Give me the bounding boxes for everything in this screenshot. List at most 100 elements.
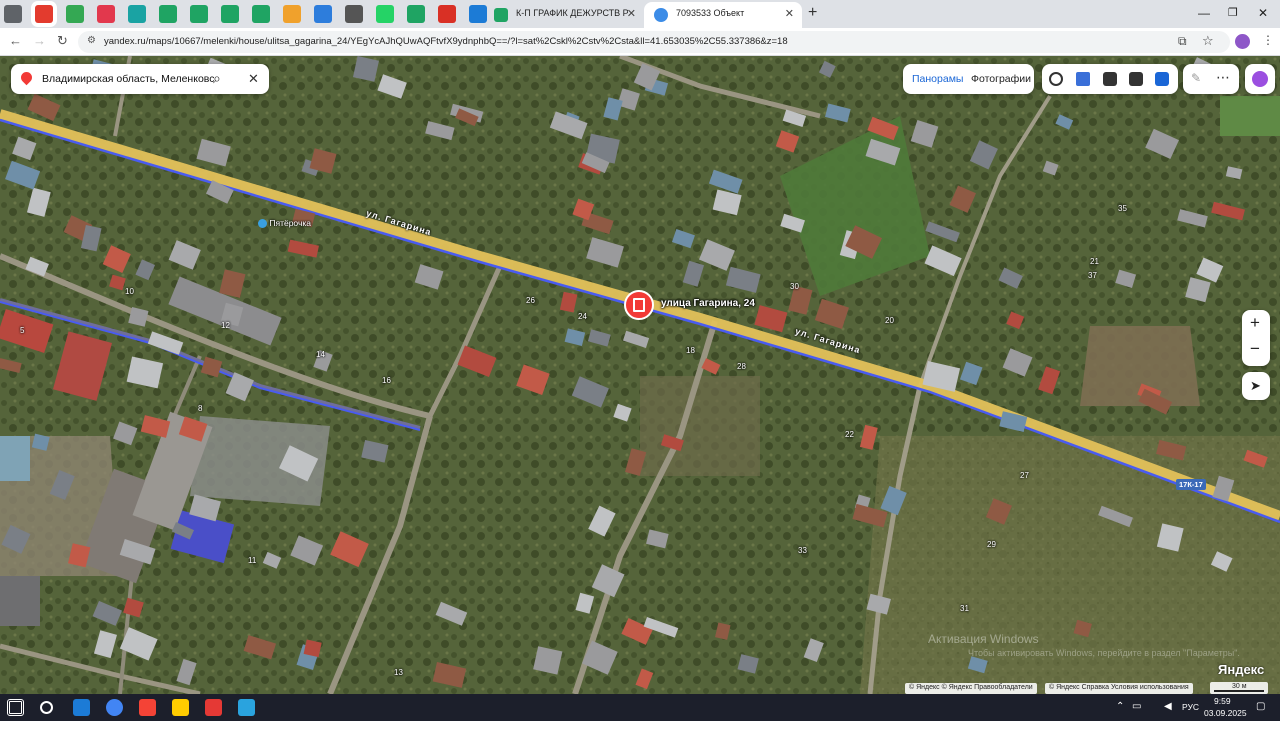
reload-icon[interactable]: ↻ <box>57 33 68 49</box>
notification-icon[interactable]: ▢ <box>1256 701 1265 712</box>
selected-address-label[interactable]: улица Гагарина, 24 <box>661 298 755 309</box>
zoom-in-button[interactable]: + <box>1250 313 1260 333</box>
avito-icon[interactable] <box>438 5 456 23</box>
layers-icon[interactable] <box>1049 72 1063 86</box>
windows-activation-watermark: Активация Windows <box>928 632 1039 646</box>
road-number-badge: 17К-17 <box>1176 479 1206 490</box>
network-icon[interactable]: ▭ <box>1132 701 1141 712</box>
bookmark-star-icon[interactable]: ☆ <box>1202 33 1214 49</box>
clock-date[interactable]: 03.09.2025 <box>1204 708 1247 718</box>
windows-taskbar: ⌃ ▭ ◀ РУС 9:59 03.09.2025 ▢ <box>0 694 1280 721</box>
camera-icon[interactable] <box>314 5 332 23</box>
yandex-maps-pin-icon[interactable] <box>35 5 53 23</box>
house-number: 22 <box>845 430 854 439</box>
tab-object[interactable]: 7093533 Объект ✕ <box>644 2 802 28</box>
forward-icon[interactable]: → <box>33 33 46 48</box>
tab-schedule[interactable]: К-П ГРАФИК ДЕЖУРСТВ РИЭЛ ✕ <box>484 2 644 28</box>
clock-time[interactable]: 9:59 <box>1214 696 1231 706</box>
scale-bar <box>1214 690 1264 692</box>
house-number: 10 <box>125 287 134 296</box>
record-icon[interactable] <box>97 5 115 23</box>
search-icon[interactable]: ⌕ <box>213 70 221 87</box>
photos-toggle[interactable]: Фотографии <box>971 73 1031 85</box>
sheets-icon[interactable] <box>407 5 425 23</box>
house-number: 16 <box>382 376 391 385</box>
restore-icon[interactable]: ❐ <box>1228 6 1238 19</box>
whatsapp-icon[interactable] <box>376 5 394 23</box>
map-search-box[interactable]: Владимирская область, Меленковск ⌕ ✕ <box>11 64 269 94</box>
house-number: 13 <box>394 668 403 677</box>
sheets-icon[interactable] <box>252 5 270 23</box>
alice-icon <box>1252 71 1268 87</box>
sheets-icon[interactable] <box>159 5 177 23</box>
tray-chevron-icon[interactable]: ⌃ <box>1116 701 1124 712</box>
back-icon[interactable]: ← <box>9 33 22 48</box>
window-close-icon[interactable]: ✕ <box>1258 6 1268 20</box>
clear-search-icon[interactable]: ✕ <box>248 71 259 87</box>
edge-icon[interactable] <box>73 699 90 716</box>
poi-name: Пятёрочка <box>269 218 312 228</box>
minimize-icon[interactable]: — <box>1198 6 1210 20</box>
house-number: 5 <box>20 326 25 335</box>
house-number: 28 <box>737 362 746 371</box>
house-number: 8 <box>198 404 203 413</box>
ruler-icon[interactable]: ✎ <box>1191 71 1201 85</box>
install-app-icon[interactable]: ⧉ <box>1178 34 1187 49</box>
house-number: 12 <box>221 321 230 330</box>
chrome-icon[interactable] <box>106 699 123 716</box>
chat-icon[interactable] <box>128 5 146 23</box>
map-scale: 30 м <box>1210 682 1268 694</box>
language-indicator[interactable]: РУС <box>1182 702 1199 712</box>
house-number: 37 <box>1088 271 1097 280</box>
grid-icon[interactable] <box>345 5 363 23</box>
copyright-links[interactable]: © Яндекс Справка Условия использования <box>1045 683 1193 694</box>
tab-title: К-П ГРАФИК ДЕЖУРСТВ РИЭЛ <box>516 8 628 18</box>
house-number: 21 <box>1090 257 1099 266</box>
map-extra-tools: ✎ ⋯ <box>1183 64 1239 94</box>
satellite-map[interactable]: ул. Гагарина ул. Гагарина 17К-17 Пятёроч… <box>0 56 1280 694</box>
more-icon[interactable]: ⋯ <box>1216 69 1230 86</box>
mail-icon[interactable] <box>283 5 301 23</box>
house-number: 27 <box>1020 471 1029 480</box>
traffic-icon[interactable] <box>1103 72 1117 86</box>
telegram-icon[interactable] <box>238 699 255 716</box>
yandex-logo: Яндекс <box>1218 662 1265 677</box>
transport-icon[interactable] <box>1129 72 1143 86</box>
close-tab-icon[interactable]: ✕ <box>785 7 794 20</box>
google-maps-icon[interactable] <box>66 5 84 23</box>
location-pin-icon <box>18 69 35 86</box>
wps-icon[interactable] <box>205 699 222 716</box>
panoramas-toggle[interactable]: Панорамы <box>912 73 963 85</box>
url-text: yandex.ru/maps/10667/melenki/house/ulits… <box>104 36 788 47</box>
address-bar[interactable]: ⚙ yandex.ru/maps/10667/melenki/house/uli… <box>78 31 1230 53</box>
search-icon[interactable] <box>40 701 53 714</box>
close-tab-icon[interactable]: ✕ <box>627 7 636 20</box>
new-tab-button[interactable]: + <box>808 4 817 22</box>
map-type-icon[interactable] <box>1076 72 1090 86</box>
scale-label: 30 м <box>1232 683 1247 690</box>
my-location-button[interactable]: ➤ <box>1242 372 1270 400</box>
zoom-out-button[interactable]: − <box>1250 339 1260 359</box>
site-info-icon[interactable]: ⚙ <box>87 35 96 46</box>
browser-menu-icon[interactable]: ⋮ <box>1262 33 1274 47</box>
windows-start-icon[interactable] <box>7 699 24 716</box>
yandex-browser-icon[interactable] <box>172 699 189 716</box>
volume-icon[interactable]: ◀ <box>1164 701 1172 712</box>
sheets-icon[interactable] <box>221 5 239 23</box>
profile-avatar[interactable] <box>1235 34 1250 49</box>
copyright-text[interactable]: © Яндекс © Яндекс Правообладатели <box>905 683 1037 694</box>
house-number: 26 <box>526 296 535 305</box>
yandex-icon[interactable] <box>139 699 156 716</box>
search-input[interactable]: Владимирская область, Меленковск <box>42 73 214 85</box>
sheets-icon[interactable] <box>190 5 208 23</box>
windows-activation-hint: Чтобы активировать Windows, перейдите в … <box>968 648 1240 658</box>
sheets-icon <box>494 8 508 22</box>
panorama-layer-icon[interactable] <box>1155 72 1169 86</box>
selected-building-pin[interactable] <box>624 290 654 320</box>
tab-list-icon[interactable] <box>4 5 22 23</box>
satellite-imagery <box>0 56 1280 694</box>
house-number: 24 <box>578 312 587 321</box>
building-roof <box>352 56 379 82</box>
yandex-profile-button[interactable] <box>1245 64 1275 94</box>
map-tools <box>1042 64 1178 94</box>
